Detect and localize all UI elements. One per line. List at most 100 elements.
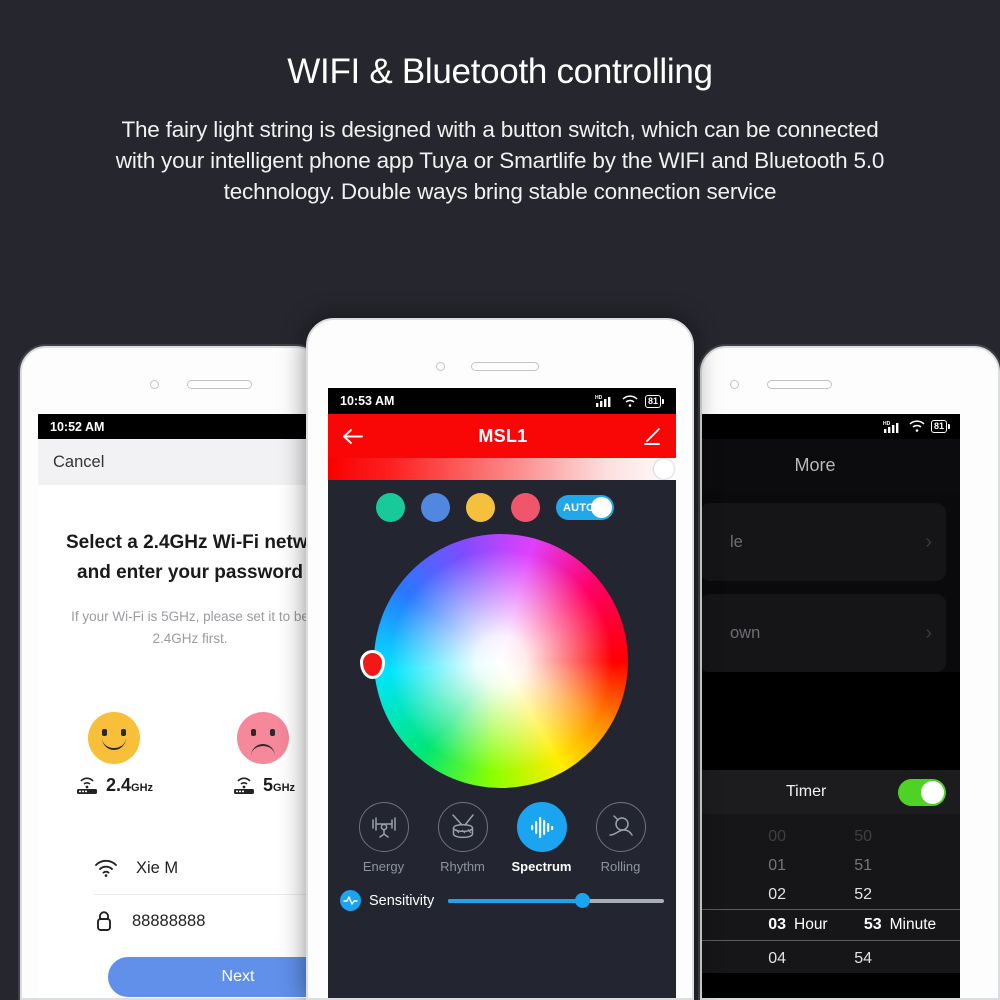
band-24-option: 2.4GHz (74, 712, 153, 796)
next-button[interactable]: Next (108, 957, 320, 997)
mode-spectrum-label: Spectrum (511, 859, 572, 874)
swatch-yellow[interactable] (466, 493, 495, 522)
wifi-icon (622, 394, 638, 407)
header: WIFI & Bluetooth controlling The fairy l… (0, 0, 1000, 207)
hour-option[interactable]: 02 (702, 886, 786, 904)
page-title: WIFI & Bluetooth controlling (287, 52, 713, 91)
hour-unit-label: Hour (794, 916, 828, 933)
band-24-row: 2.4GHz (74, 775, 153, 796)
minute-unit-label: Minute (889, 916, 937, 933)
timer-label: Timer (786, 783, 827, 800)
row-schedule-label: le (730, 532, 743, 551)
earpiece-speaker-icon (767, 380, 832, 389)
hour-option[interactable]: 00 (702, 828, 786, 846)
left-phone-mockup: 10:52 AM Cancel Select a 2.4GHz Wi-Fi ne… (20, 346, 322, 1000)
color-wheel[interactable] (374, 534, 628, 788)
brightness-knob[interactable] (654, 459, 674, 479)
band-comparison: 2.4GHz 5GHz (56, 712, 320, 796)
swatch-pink[interactable] (511, 493, 540, 522)
sensitivity-control: Sensitivity (328, 874, 676, 911)
band-5-option: 5GHz (231, 712, 295, 796)
password-value: 88888888 (132, 911, 206, 930)
sensitivity-knob[interactable] (574, 893, 590, 908)
rolling-icon (595, 802, 646, 852)
phone-notch (730, 380, 832, 389)
picker-row-selected[interactable]: 03 Hour 53 Minute (702, 909, 960, 941)
color-swatch-row: AUTO (328, 480, 676, 522)
password-field[interactable]: 88888888 (56, 895, 320, 947)
cancel-bar: Cancel (38, 439, 320, 485)
band-24-label: 2.4GHz (106, 775, 154, 795)
back-arrow-icon[interactable] (342, 428, 363, 445)
minute-option[interactable]: 50 (786, 828, 872, 846)
picker-row[interactable]: 02 52 (702, 880, 960, 909)
battery-icon: 81 (644, 394, 664, 408)
ssid-field[interactable]: Xie M (56, 842, 320, 894)
wifi-note-line-2: 2.4GHz first. (152, 631, 228, 646)
timer-bar: Timer (702, 770, 960, 814)
mode-selector: Energy Rhythm Spectrum Rolling (328, 802, 676, 874)
wifi-setup-card: Select a 2.4GHz Wi-Fi network and enter … (56, 492, 322, 998)
picker-row[interactable]: 04 54 (702, 944, 960, 973)
auto-toggle[interactable]: AUTO (556, 495, 614, 520)
ssid-value: Xie M (136, 858, 179, 877)
status-icons: HD 81 (595, 394, 664, 408)
front-camera-icon (436, 362, 445, 371)
earpiece-speaker-icon (471, 362, 539, 371)
row-countdown[interactable]: own › (702, 594, 946, 672)
hour-selected[interactable]: 03 (702, 916, 786, 934)
mode-spectrum[interactable]: Spectrum (507, 802, 577, 874)
sad-face-icon (237, 712, 290, 764)
minute-option[interactable]: 54 (786, 950, 872, 968)
minute-option[interactable]: 51 (786, 857, 872, 875)
phone-notch (150, 380, 252, 389)
auto-toggle-label: AUTO (563, 501, 595, 514)
promo-banner: WIFI & Bluetooth controlling The fairy l… (0, 0, 1000, 1000)
wifi-heading-line-1: Select a 2.4GHz Wi-Fi network (66, 532, 322, 553)
sensitivity-fill (448, 898, 583, 903)
device-name: MSL1 (478, 425, 528, 446)
pencil-icon[interactable] (643, 427, 662, 446)
wifi-heading-line-2: and enter your password (77, 562, 303, 583)
wifi-note-line-1: If your Wi-Fi is 5GHz, please set it to … (71, 609, 309, 624)
minute-option[interactable]: 52 (786, 886, 872, 904)
chevron-right-icon: › (925, 530, 932, 553)
battery-icon: 81 (930, 420, 950, 433)
left-phone-screen: 10:52 AM Cancel Select a 2.4GHz Wi-Fi ne… (38, 414, 322, 998)
color-wheel-area (328, 522, 676, 802)
status-time: 10:52 AM (50, 419, 105, 434)
swatch-teal[interactable] (376, 493, 405, 522)
brightness-slider[interactable] (328, 458, 676, 480)
band-5-label: 5GHz (263, 775, 296, 795)
right-phone-screen: HD 81 More le › own › Timer 00 50 01 51 … (702, 414, 960, 998)
timer-toggle[interactable] (898, 778, 946, 806)
wifi-icon (909, 420, 925, 432)
mode-energy[interactable]: Energy (349, 802, 419, 874)
left-status-bar: 10:52 AM (38, 414, 320, 439)
sensitivity-label: Sensitivity (369, 892, 435, 909)
mode-rolling[interactable]: Rolling (586, 802, 656, 874)
cancel-button[interactable]: Cancel (53, 453, 104, 472)
drum-icon (437, 802, 488, 852)
hour-option[interactable]: 04 (702, 950, 786, 968)
lock-icon (97, 911, 111, 931)
picker-row[interactable]: 01 51 (702, 851, 960, 880)
signal-icon: HD (595, 395, 611, 407)
mode-rhythm-label: Rhythm (440, 859, 485, 874)
row-schedule[interactable]: le › (702, 503, 946, 581)
happy-face-icon (87, 712, 140, 764)
sensitivity-slider[interactable] (448, 893, 664, 908)
mode-rhythm[interactable]: Rhythm (428, 802, 498, 874)
right-status-bar: HD 81 (702, 414, 960, 439)
subtitle-line-3: technology. Double ways bring stable con… (223, 179, 777, 204)
front-camera-icon (150, 380, 159, 389)
earpiece-speaker-icon (187, 380, 252, 389)
hour-option[interactable]: 01 (702, 857, 786, 875)
picker-row[interactable]: 00 50 (702, 822, 960, 851)
swatch-blue[interactable] (421, 493, 450, 522)
minute-selected[interactable]: 53 (828, 916, 882, 934)
timer-picker[interactable]: 00 50 01 51 02 52 03 Hour 53 Minute 04 5… (702, 814, 960, 973)
chevron-right-icon: › (925, 621, 932, 644)
svg-text:HD: HD (883, 421, 891, 427)
app-bar: MSL1 (328, 414, 676, 458)
